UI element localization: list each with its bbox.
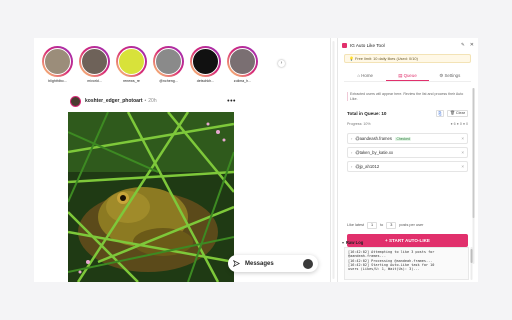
like-from-input[interactable]: 1 [367,221,378,229]
chevron-down-icon: ▾ [342,240,344,245]
story-ring [190,46,221,77]
story-item[interactable]: @ncheng... [153,46,184,86]
like-to-word: to [380,223,384,227]
queue-item[interactable]: › @jp_ah1012 × [347,161,468,172]
story-item[interactable]: blighthlbo... [42,46,73,86]
queue-header: Total in Queue: 10 ⎘ 🗑 Clear [347,109,468,117]
clear-button[interactable]: 🗑 Clear [447,109,468,117]
like-suffix: posts per user [399,223,424,227]
limit-banner: 💡 Free limit: 10 daily likes (Used: 0/10… [344,54,471,63]
extension-panel: IG Auto Like Tool ✎ ✕ 💡 Free limit: 10 d… [338,38,478,282]
stories-row: blighthlbo... mivorld... renews_re @nche… [42,46,258,86]
chevron-right-icon[interactable]: › [278,60,285,67]
like-count-setting: Like latest 1 to 3 posts per user [347,221,468,229]
log-scrollbar[interactable] [470,247,473,280]
raw-log-title: Raw Log [345,239,364,245]
queue-total: Total in Queue: 10 [347,110,387,116]
story-username: renews_re [123,79,140,83]
queue-item[interactable]: › @taken_by_katie.xx × [347,147,468,158]
export-icon[interactable]: ⎘ [436,109,445,117]
avatar[interactable] [70,95,81,107]
story-username: zolima_h... [233,79,252,83]
remove-icon[interactable]: × [461,136,464,141]
panel-tabs: ⌂ Home ▤ Queue ⚙ Settings [344,71,471,82]
send-icon [233,260,240,267]
pin-icon[interactable]: ✎ [461,42,465,48]
log-line: users (Likes/U: 1, Wait(Us): 3)... [348,267,420,272]
story-ring [79,46,110,77]
like-to-input[interactable]: 3 [386,221,397,229]
more-options-icon[interactable]: ••• [227,98,236,105]
remove-icon[interactable]: × [461,164,464,169]
story-item[interactable]: detschkh... [190,46,221,86]
chevron-right-icon: › [351,136,353,141]
chevron-right-icon: › [351,164,353,169]
chevron-right-icon: › [351,150,353,155]
messages-button[interactable]: Messages [228,255,318,272]
tab-settings-label: Settings [444,73,461,78]
queue-tip: Extracted users will appear here. Review… [347,92,468,102]
story-ring [153,46,184,77]
tab-queue[interactable]: ▤ Queue [386,71,429,81]
clear-label: Clear [455,110,465,115]
tab-settings[interactable]: ⚙ Settings [429,71,471,81]
story-username: blighthlbo... [48,79,67,83]
story-item[interactable]: zolima_h... [227,46,258,86]
messages-label: Messages [245,260,274,267]
frog-photo-image [68,112,234,282]
story-item[interactable]: mivorld... [79,46,110,86]
story-ring [116,46,147,77]
close-icon[interactable]: ✕ [470,42,474,48]
tab-home-label: Home [361,73,373,78]
story-username: detschkh... [196,79,215,83]
like-prefix: Like latest [347,223,365,227]
browser-viewport: blighthlbo... mivorld... renews_re @nche… [34,38,478,282]
queue-user: @jp_ah1012 [355,164,380,169]
post-time: 20h [148,98,157,104]
panel-title: IG Auto Like Tool [350,42,385,48]
raw-log-header[interactable]: ▾ Raw Log [342,238,472,246]
progress-line: Progress: 10% ● 6 ● 0 ● 0 [347,121,468,127]
queue-user: @aandeash.frames [355,136,392,141]
tab-home[interactable]: ⌂ Home [344,71,386,81]
raw-log-box[interactable]: [16:42:02] Attempting to like 3 posts fo… [344,247,469,280]
story-ring [42,46,73,77]
separator-dot: • [144,98,147,104]
story-ring [227,46,258,77]
status-counters: ● 6 ● 0 ● 0 [450,122,468,126]
story-username: mivorld... [87,79,102,83]
panel-scrollbar[interactable] [472,88,475,264]
messages-avatar [303,258,313,269]
extension-logo-icon [342,42,347,48]
tab-queue-label: Queue [403,73,417,78]
panel-titlebar: IG Auto Like Tool ✎ ✕ [342,41,474,49]
post-photo[interactable] [68,112,234,282]
story-item[interactable]: renews_re [116,46,147,86]
post-username[interactable]: koshter_edger_photoart [85,98,143,104]
queue-item[interactable]: › @aandeash.frames Checked × [347,133,468,144]
limit-text: Free limit: 10 daily likes (Used: 0/10) [354,56,418,61]
page-scrollbar[interactable] [332,41,335,279]
post-header: koshter_edger_photoart • 20h ••• [70,95,236,107]
instagram-feed: blighthlbo... mivorld... renews_re @nche… [34,38,330,282]
remove-icon[interactable]: × [461,150,464,155]
queue-user: @taken_by_katie.xx [355,150,394,155]
progress-text: Progress: 10% [347,122,371,126]
status-badge: Checked [394,136,412,141]
story-username: @ncheng... [159,79,178,83]
